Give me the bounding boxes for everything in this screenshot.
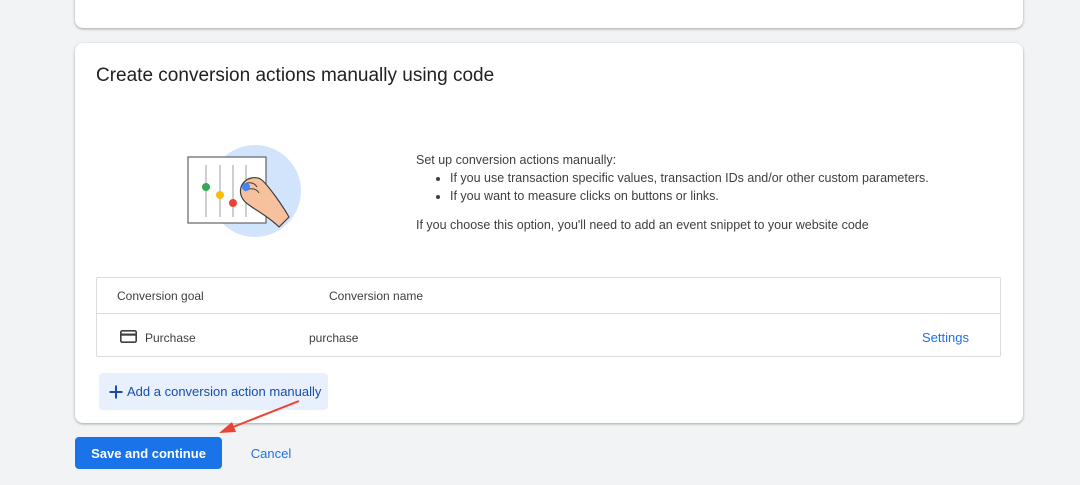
- description-intro: Set up conversion actions manually:: [416, 153, 617, 167]
- credit-card-icon: [120, 330, 137, 343]
- conversion-goal-cell: Purchase: [145, 331, 196, 345]
- conversion-actions-table: Conversion goal Conversion name Purchase…: [96, 277, 1001, 357]
- description-note: If you choose this option, you'll need t…: [416, 218, 869, 232]
- column-header-conversion-name: Conversion name: [329, 289, 424, 303]
- manual-conversion-card: Create conversion actions manually using…: [75, 43, 1023, 423]
- add-conversion-action-button[interactable]: Add a conversion action manually: [99, 373, 328, 410]
- manual-setup-illustration-icon: [187, 145, 301, 237]
- table-row: Purchase purchase Settings: [97, 314, 1000, 358]
- save-and-continue-button[interactable]: Save and continue: [75, 437, 222, 469]
- manual-setup-description: Set up conversion actions manually: If y…: [416, 151, 996, 234]
- table-header: Conversion goal Conversion name: [97, 278, 1000, 314]
- previous-section-card: [75, 0, 1023, 28]
- description-bullets: If you use transaction specific values, …: [416, 169, 996, 205]
- plus-icon: [109, 385, 123, 398]
- settings-link[interactable]: Settings: [922, 330, 969, 345]
- description-bullet: If you use transaction specific values, …: [450, 169, 996, 187]
- column-header-conversion-goal: Conversion goal: [117, 289, 204, 303]
- description-bullet: If you want to measure clicks on buttons…: [450, 187, 996, 205]
- cancel-button[interactable]: Cancel: [236, 437, 306, 469]
- add-conversion-action-label: Add a conversion action manually: [127, 384, 322, 399]
- section-title: Create conversion actions manually using…: [96, 65, 495, 86]
- conversion-name-cell: purchase: [309, 331, 359, 345]
